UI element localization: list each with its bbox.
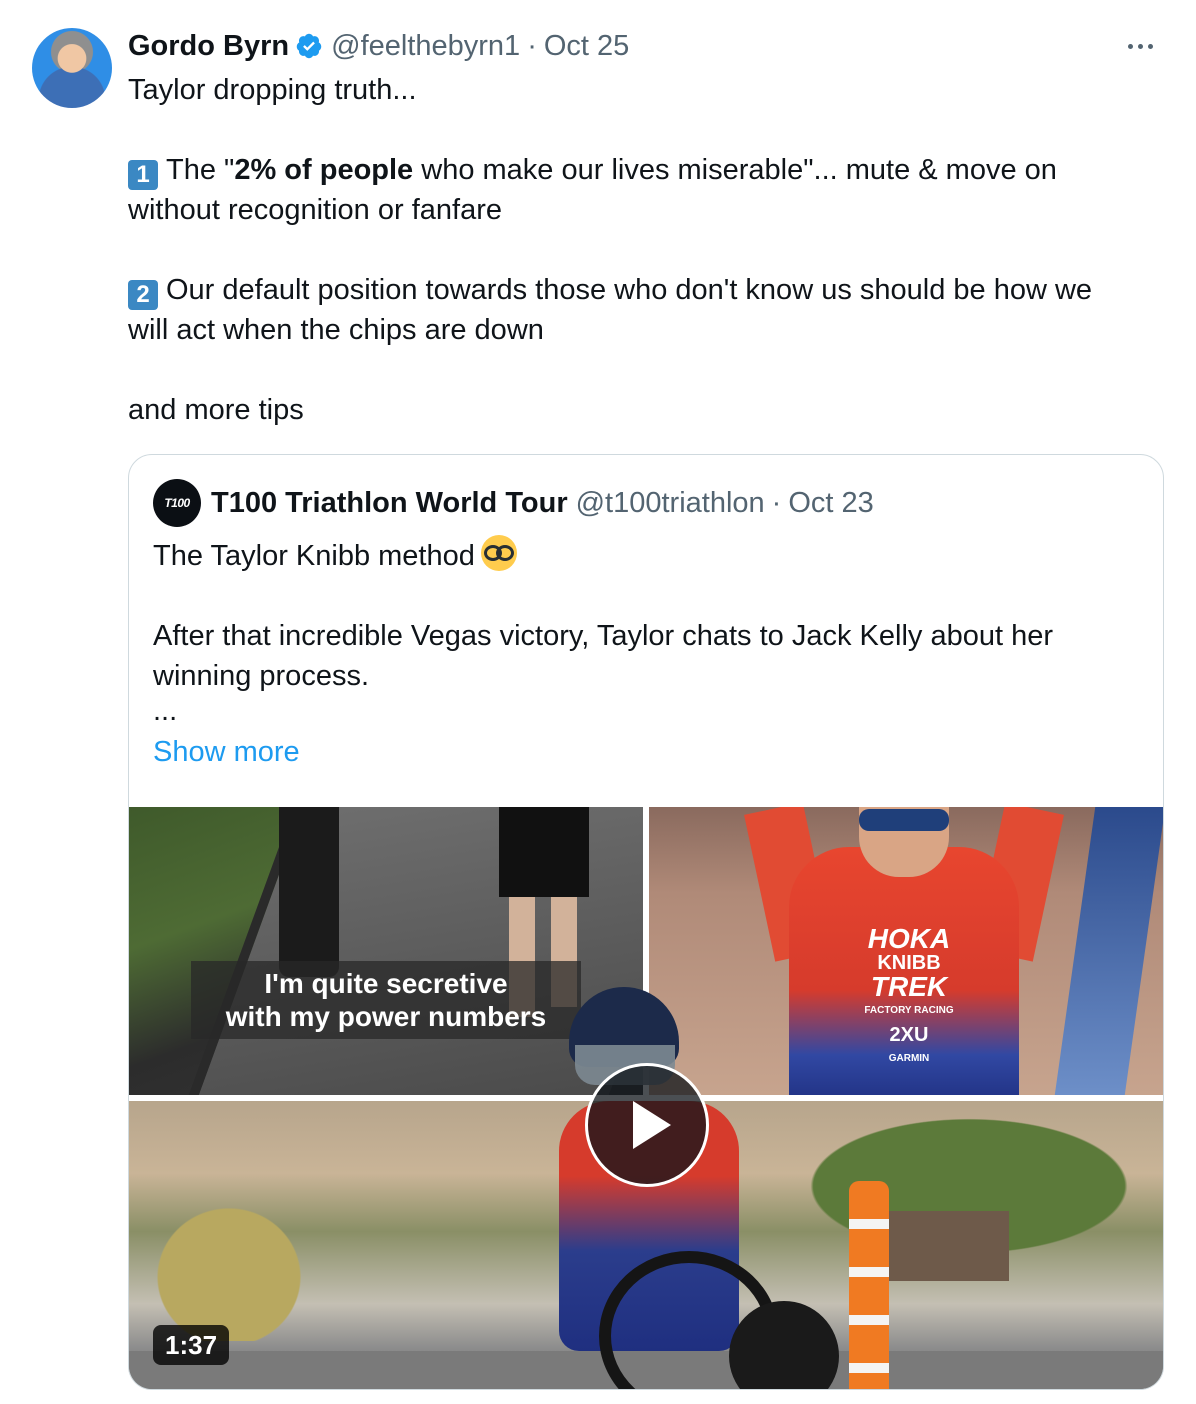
quoted-header: T100 T100 Triathlon World Tour @t100tria… bbox=[153, 479, 874, 527]
author-avatar[interactable] bbox=[32, 28, 112, 108]
tweet-closing: and more tips bbox=[128, 394, 304, 426]
video-caption: I'm quite secretive with my power number… bbox=[191, 961, 581, 1039]
show-more-link[interactable]: Show more bbox=[153, 732, 1143, 772]
author-name[interactable]: Gordo Byrn bbox=[128, 30, 289, 63]
tweet-point1: 1 The "2% of people who make our lives mi… bbox=[128, 150, 1138, 230]
quoted-line1: The Taylor Knibb method bbox=[153, 535, 1143, 576]
verified-badge-icon bbox=[296, 33, 322, 59]
tweet-header: Gordo Byrn @feelthebyrn1 · Oct 25 bbox=[128, 26, 629, 66]
quoted-handle: @t100triathlon bbox=[575, 486, 765, 519]
point2-text: Our default position towards those who d… bbox=[128, 274, 1093, 346]
traffic-cone bbox=[849, 1181, 889, 1389]
quoted-date: Oct 23 bbox=[788, 486, 874, 519]
keycap-two-icon: 2 bbox=[128, 280, 158, 310]
thumb-tile-finish: HOKA KNIBB TREK FACTORY RACING 2XU GARMI… bbox=[649, 807, 1163, 1095]
quoted-body: The Taylor Knibb method After that incre… bbox=[153, 535, 1143, 772]
tweet-body: Taylor dropping truth... 1 The "2% of peo… bbox=[128, 70, 1138, 430]
keycap-one-icon: 1 bbox=[128, 160, 158, 190]
video-duration: 1:37 bbox=[153, 1325, 230, 1365]
quoted-avatar-logo: T100 bbox=[153, 479, 201, 527]
tweet-line1: Taylor dropping truth... bbox=[128, 74, 417, 106]
tweet-date[interactable]: Oct 25 bbox=[544, 30, 629, 63]
author-handle[interactable]: @feelthebyrn1 bbox=[331, 30, 520, 63]
thumb-tile-walking: I'm quite secretive with my power number… bbox=[129, 807, 643, 1095]
header-separator: · bbox=[527, 29, 537, 62]
play-icon[interactable] bbox=[585, 1063, 709, 1187]
quoted-tweet-card[interactable]: T100 T100 Triathlon World Tour @t100tria… bbox=[128, 454, 1164, 1390]
jersey-text: HOKA KNIBB TREK FACTORY RACING 2XU GARMI… bbox=[864, 923, 954, 1065]
tweet-point2: 2 Our default position towards those who … bbox=[128, 270, 1138, 350]
point1-bold: 2% of people bbox=[234, 154, 414, 186]
video-thumbnail[interactable]: I'm quite secretive with my power number… bbox=[129, 807, 1163, 1389]
quoted-author-name: T100 Triathlon World Tour bbox=[211, 486, 568, 519]
quoted-separator: · bbox=[771, 486, 782, 519]
quoted-line2: After that incredible Vegas victory, Tay… bbox=[153, 620, 1053, 692]
quoted-ellipsis: ... bbox=[153, 695, 178, 727]
more-options-icon[interactable] bbox=[1120, 28, 1160, 64]
disguised-face-emoji-icon bbox=[480, 535, 517, 571]
point1-pre: The " bbox=[166, 154, 235, 186]
